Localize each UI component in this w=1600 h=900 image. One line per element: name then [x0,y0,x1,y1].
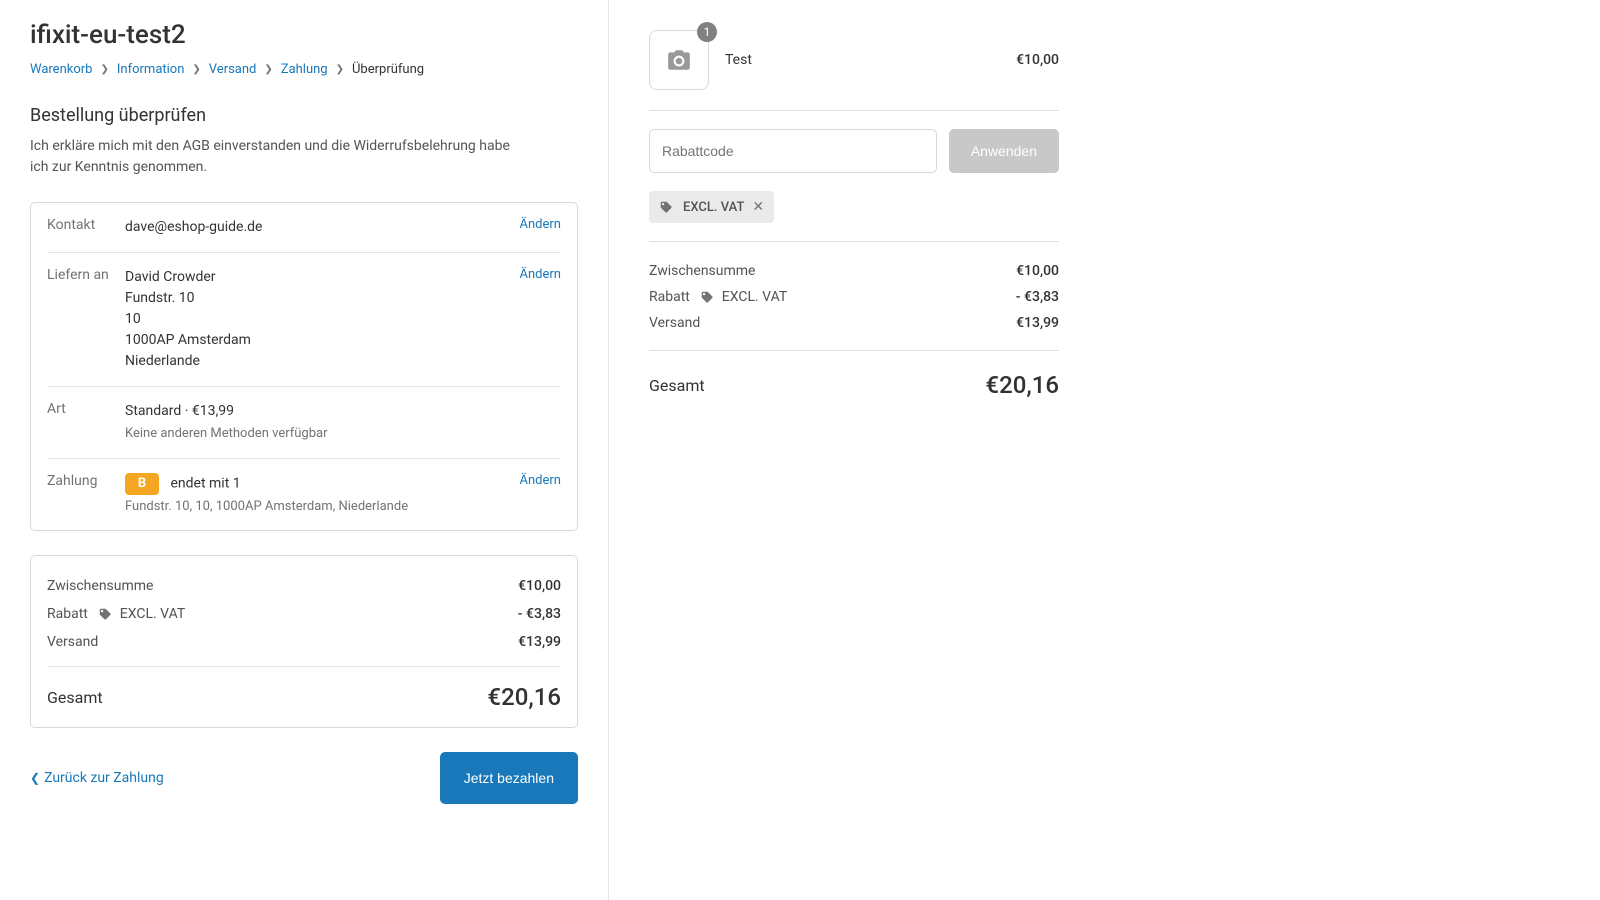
change-ship-to-link[interactable]: Ändern [520,267,561,282]
payment-text: endet mit 1 [170,475,240,491]
breadcrumb-cart[interactable]: Warenkorb [30,62,92,77]
sidebar-summary: 1 Test €10,00 Anwenden EXCL. VAT ✕ Zwisc… [609,0,1089,900]
discount-name: EXCL. VAT [722,289,787,305]
discount-row: Rabatt EXCL. VAT - €3,83 [47,600,561,628]
tag-icon [700,290,714,304]
divider [47,666,561,667]
subtotal-label: Zwischensumme [649,263,755,279]
product-name: Test [725,52,1000,68]
shipping-value: €13,99 [518,634,561,650]
review-row-method: Art Standard · €13,99 Keine anderen Meth… [47,387,561,459]
review-title: Bestellung überprüfen [30,105,578,126]
method-value: Standard · €13,99 Keine anderen Methoden… [125,401,561,444]
product-price: €10,00 [1016,52,1059,68]
applied-discount-chip: EXCL. VAT ✕ [649,191,774,223]
breadcrumb-payment[interactable]: Zahlung [281,62,328,77]
ship-line: Niederlande [125,351,508,372]
subtotal-row: Zwischensumme €10,00 [47,572,561,600]
subtotal-value: €10,00 [1016,263,1059,279]
grand-total-row: Gesamt €20,16 [47,675,561,711]
order-totals-box: Zwischensumme €10,00 Rabatt EXCL. VAT - … [30,555,578,728]
tag-icon [98,607,112,621]
ship-to-value: David Crowder Fundstr. 10 10 1000AP Amst… [125,267,508,372]
pay-now-button[interactable]: Jetzt bezahlen [440,752,578,804]
shipping-row: Versand €13,99 [47,628,561,656]
sidebar-subtotal-row: Zwischensumme €10,00 [649,258,1059,284]
grand-value: €20,16 [985,371,1059,399]
change-contact-link[interactable]: Ändern [520,217,561,232]
discount-name: EXCL. VAT [120,606,185,622]
ship-to-label: Liefern an [47,267,125,283]
contact-value: dave@eshop-guide.de [125,217,508,238]
chip-label: EXCL. VAT [683,200,744,215]
remove-discount-icon[interactable]: ✕ [752,199,764,215]
grand-value: €20,16 [487,683,561,711]
review-row-contact: Kontakt dave@eshop-guide.de Ändern [47,203,561,253]
discount-code-row: Anwenden [649,110,1059,191]
breadcrumb-review: Überprüfung [352,62,424,77]
cart-line-item: 1 Test €10,00 [649,20,1059,110]
breadcrumb: Warenkorb ❯ Information ❯ Versand ❯ Zahl… [30,62,578,77]
tag-icon [659,200,673,214]
chevron-right-icon: ❯ [100,64,108,75]
chevron-right-icon: ❯ [192,64,200,75]
grand-label: Gesamt [649,376,705,395]
subtotal-value: €10,00 [518,578,561,594]
change-payment-link[interactable]: Ändern [520,473,561,488]
grand-label: Gesamt [47,688,103,707]
review-row-payment: Zahlung B endet mit 1 Fundstr. 10, 10, 1… [47,459,561,531]
ship-line: 10 [125,309,508,330]
method-sub: Keine anderen Methoden verfügbar [125,424,561,444]
discount-code-input[interactable] [649,129,937,173]
back-to-payment-link[interactable]: ❮ Zurück zur Zahlung [30,770,164,786]
method-label: Art [47,401,125,417]
sidebar-shipping-row: Versand €13,99 [649,310,1059,336]
chevron-right-icon: ❯ [264,64,272,75]
method-text: Standard · €13,99 [125,401,561,422]
sidebar-grand-total: Gesamt €20,16 [649,350,1059,399]
ship-line: 1000AP Amsterdam [125,330,508,351]
discount-value: - €3,83 [518,606,561,622]
payment-card-icon: B [125,473,159,495]
chevron-left-icon: ❮ [30,771,40,785]
discount-label: Rabatt [649,289,690,305]
review-row-ship-to: Liefern an David Crowder Fundstr. 10 10 … [47,253,561,387]
footer-actions: ❮ Zurück zur Zahlung Jetzt bezahlen [30,752,578,804]
sidebar-discount-row: Rabatt EXCL. VAT - €3,83 [649,284,1059,310]
chevron-right-icon: ❯ [336,64,344,75]
sidebar-totals: Zwischensumme €10,00 Rabatt EXCL. VAT - … [649,241,1059,336]
quantity-badge: 1 [697,22,717,42]
ship-line: David Crowder [125,267,508,288]
review-box: Kontakt dave@eshop-guide.de Ändern Liefe… [30,202,578,531]
payment-value: B endet mit 1 Fundstr. 10, 10, 1000AP Am… [125,473,508,517]
shipping-label: Versand [649,315,700,331]
shipping-label: Versand [47,634,98,650]
breadcrumb-information[interactable]: Information [117,62,185,77]
discount-label: Rabatt [47,606,88,622]
apply-discount-button[interactable]: Anwenden [949,129,1059,173]
back-label: Zurück zur Zahlung [44,770,164,786]
payment-label: Zahlung [47,473,125,489]
breadcrumb-shipping[interactable]: Versand [209,62,257,77]
product-thumbnail: 1 [649,30,709,90]
main-column: ifixit-eu-test2 Warenkorb ❯ Information … [0,0,609,900]
discount-value: - €3,83 [1016,289,1059,305]
store-name: ifixit-eu-test2 [30,20,578,50]
contact-label: Kontakt [47,217,125,233]
payment-sub: Fundstr. 10, 10, 1000AP Amsterdam, Niede… [125,497,508,517]
review-subtitle: Ich erkläre mich mit den AGB einverstand… [30,136,510,178]
subtotal-label: Zwischensumme [47,578,153,594]
ship-line: Fundstr. 10 [125,288,508,309]
shipping-value: €13,99 [1016,315,1059,331]
